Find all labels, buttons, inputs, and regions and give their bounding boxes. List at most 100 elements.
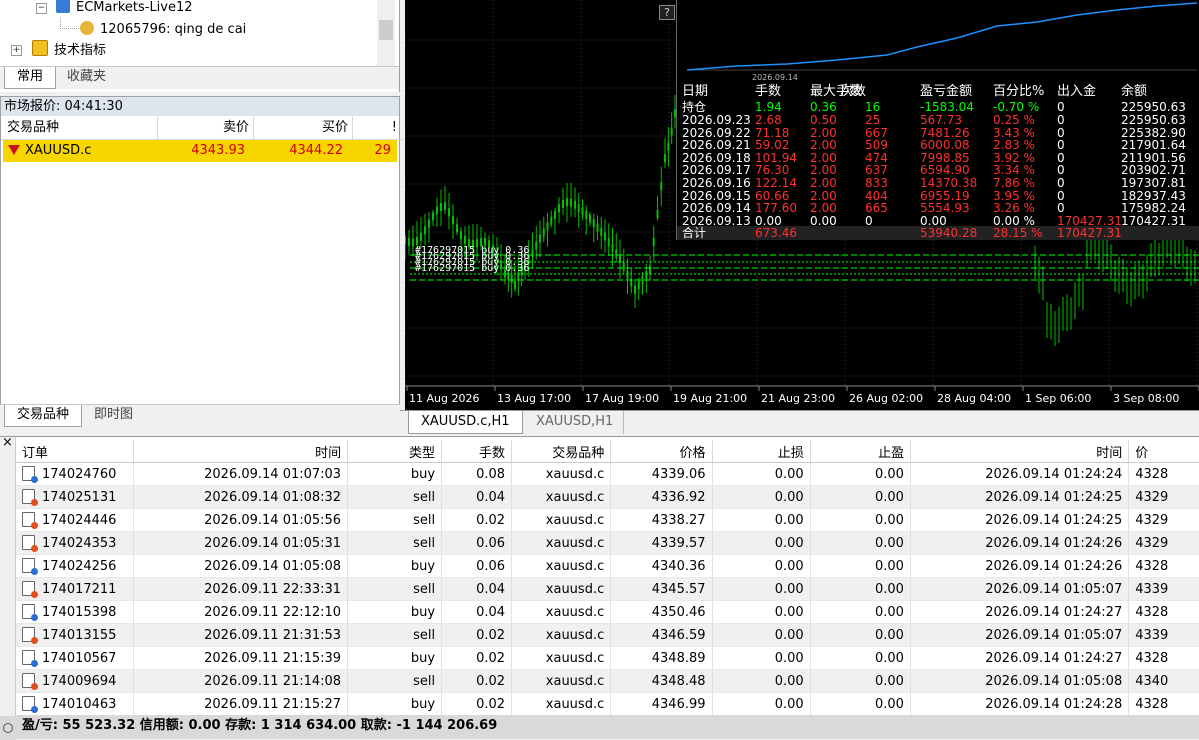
column-price[interactable]: 价格: [610, 440, 713, 463]
order-lots-cell: 0.02: [441, 623, 513, 647]
column-symbol[interactable]: 交易品种: [511, 440, 612, 463]
table-row[interactable]: 174015398 2026.09.11 22:12:10 buy 0.04 xauus…: [16, 600, 1199, 624]
candle-body: [626, 270, 629, 279]
tree-collapse-toggle[interactable]: −: [36, 3, 47, 14]
order-tp-cell: 0.00: [810, 692, 911, 716]
tab-common[interactable]: 常用: [4, 67, 57, 89]
stats-row-cell: 211901.56: [1121, 150, 1186, 165]
tree-item-account-server[interactable]: ECMarkets-Live12: [56, 0, 193, 18]
sell-order-icon: [22, 627, 38, 644]
column-tp[interactable]: 止盈: [810, 440, 911, 463]
column-symbol[interactable]: 交易品种: [1, 117, 158, 140]
column-open-time[interactable]: 时间: [133, 440, 349, 463]
table-row[interactable]: 174017211 2026.09.11 22:33:31 sell 0.04 xauu…: [16, 577, 1199, 601]
table-row[interactable]: 174013155 2026.09.11 21:31:53 sell 0.02 xauu…: [16, 623, 1199, 647]
table-row[interactable]: 174024760 2026.09.14 01:07:03 buy 0.08 xauus…: [16, 462, 1199, 486]
candle-body: [566, 198, 568, 207]
order-price-cell: 4348.48: [610, 669, 713, 693]
ask-price: 4344.22: [289, 143, 343, 158]
order-close-price-cell: 4328: [1128, 692, 1199, 716]
market-watch-tabs: 交易品种 即时图: [0, 404, 400, 429]
order-id-cell: 174010463: [16, 692, 134, 716]
table-row[interactable]: 174024256 2026.09.14 01:05:08 buy 0.06 xauus…: [16, 554, 1199, 578]
stats-row-cell: 6594.90: [920, 163, 970, 178]
tab-tick-chart[interactable]: 即时图: [82, 405, 145, 426]
column-close-time[interactable]: 时间: [910, 440, 1130, 463]
order-lots-cell: 0.02: [441, 646, 513, 670]
table-row[interactable]: 174010567 2026.09.11 21:15:39 buy 0.02 xauus…: [16, 646, 1199, 670]
stats-total-cell: 53940.28: [920, 226, 978, 241]
stats-header: 百分比%: [993, 84, 1045, 99]
stats-row-cell: 567.73: [920, 113, 962, 127]
column-lots[interactable]: 手数: [441, 440, 513, 463]
column-spread[interactable]: !: [348, 117, 403, 140]
trade-label: #176297015 buy 0.36: [415, 263, 529, 274]
order-id: 174013155: [42, 628, 117, 643]
symbol-row[interactable]: XAUUSD.c 4343.93 4344.22 29: [3, 140, 397, 162]
candle-body: [460, 231, 462, 240]
spread-value: 29: [374, 143, 391, 158]
order-type-cell: sell: [347, 623, 443, 647]
close-icon[interactable]: ×: [2, 435, 13, 450]
column-type[interactable]: 类型: [347, 440, 443, 463]
order-open-time-cell: 2026.09.11 21:14:08: [133, 669, 349, 693]
order-price-cell: 4338.27: [610, 508, 713, 532]
stats-row-cell: 14370.38: [920, 176, 978, 190]
stats-row-cell: 0: [1057, 125, 1065, 140]
tab-favorites[interactable]: 收藏夹: [55, 67, 118, 88]
stats-total-cell: 28.15 %: [993, 226, 1043, 241]
help-icon[interactable]: ?: [659, 5, 675, 20]
order-id: 174010463: [42, 697, 117, 712]
table-row[interactable]: 174024353 2026.09.14 01:05:31 sell 0.06 xauu…: [16, 531, 1199, 555]
tree-item-indicators[interactable]: 技术指标: [32, 40, 106, 60]
table-row[interactable]: 174024446 2026.09.14 01:05:56 sell 0.02 xauu…: [16, 508, 1199, 532]
stats-header: 日期: [682, 84, 709, 99]
table-row[interactable]: 174010463 2026.09.11 21:15:27 buy 0.02 xauus…: [16, 692, 1199, 716]
tree-expand-toggle[interactable]: +: [11, 45, 22, 56]
column-order[interactable]: 订单: [16, 440, 134, 463]
stats-total-cell: 合计: [682, 226, 707, 241]
order-id-cell: 174013155: [16, 623, 134, 647]
stats-position-cell: 16: [865, 100, 881, 114]
order-close-time-cell: 2026.09.14 01:05:07: [910, 623, 1130, 647]
stats-row-cell: 2.00: [810, 176, 837, 190]
table-row[interactable]: 174025131 2026.09.14 01:08:32 sell 0.04 xauu…: [16, 485, 1199, 509]
stats-row-cell: 60.66: [755, 188, 790, 203]
order-symbol-cell: xauusd.c: [511, 692, 612, 716]
chart-tab-xauusd-c[interactable]: XAUUSD.c,H1: [408, 411, 523, 434]
stats-header: 手数: [755, 84, 782, 99]
stats-overlay: 2026.09.14 日期 手数 最大手数 次数 盈亏金额 百分比% 出入金 余额 持仓 1.94…: [676, 0, 1199, 241]
stats-row-cell: 0.00: [810, 213, 837, 228]
column-close-price[interactable]: 价: [1128, 440, 1199, 463]
stats-row-cell: 2026.09.17: [682, 163, 751, 178]
order-price-cell: 4340.36: [610, 554, 713, 578]
stats-header: 次数: [840, 84, 867, 99]
order-close-price-cell: 4329: [1128, 531, 1199, 555]
column-bid[interactable]: 卖价: [151, 117, 254, 140]
candle-body: [649, 265, 651, 274]
order-price-cell: 4346.59: [610, 623, 713, 647]
order-lots-cell: 0.02: [441, 669, 513, 693]
column-ask[interactable]: 买价: [249, 117, 353, 140]
navigator-scrollbar[interactable]: [377, 0, 395, 66]
tree-item-account-login[interactable]: 12065796: qing de cai: [80, 20, 246, 40]
stats-row-cell: 2026.09.16: [682, 176, 751, 190]
stats-row-cell: 203902.71: [1121, 163, 1186, 178]
scrollbar-thumb[interactable]: [379, 20, 393, 40]
order-sl-cell: 0.00: [712, 692, 811, 716]
order-type-cell: sell: [347, 508, 443, 532]
chart-tab-xauusd[interactable]: XAUUSD,H1: [526, 411, 625, 434]
order-type-cell: buy: [347, 462, 443, 486]
column-sl[interactable]: 止损: [712, 440, 811, 463]
stats-row-cell: 2.00: [810, 125, 837, 140]
candle-body: [424, 226, 426, 235]
stats-row-cell: 101.94: [755, 150, 797, 165]
sell-order-icon: [22, 489, 38, 506]
table-row[interactable]: 174009694 2026.09.11 21:14:08 sell 0.02 xauu…: [16, 669, 1199, 693]
order-price-cell: 4346.99: [610, 692, 713, 716]
stats-total-cell: 673.46: [755, 226, 797, 241]
stats-row-cell: 2026.09.22: [682, 125, 751, 140]
stats-row-cell: 833: [865, 176, 888, 190]
order-close-price-cell: 4339: [1128, 623, 1199, 647]
tab-symbols[interactable]: 交易品种: [4, 405, 83, 427]
